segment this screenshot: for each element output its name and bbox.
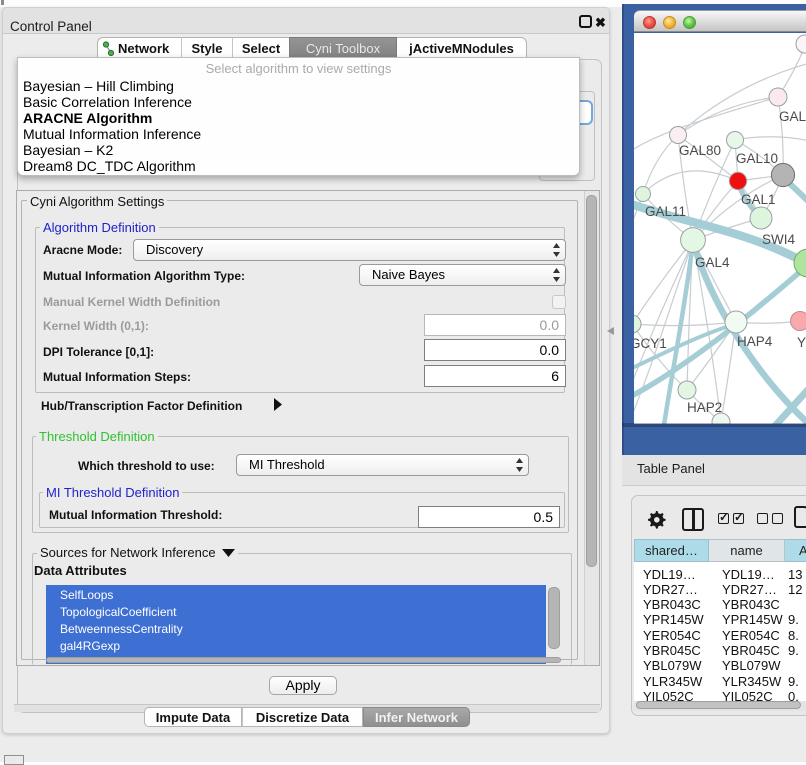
svg-text:HAP4: HAP4	[737, 334, 773, 349]
svg-text:GAL80: GAL80	[679, 143, 721, 158]
svg-text:GAL7: GAL7	[779, 109, 806, 124]
svg-text:SWI4: SWI4	[762, 232, 795, 247]
svg-text:GAL4: GAL4	[695, 255, 730, 270]
svg-text:GAL1: GAL1	[741, 192, 776, 207]
svg-text:GAL11: GAL11	[645, 204, 686, 219]
svg-text:GAL10: GAL10	[736, 151, 778, 166]
svg-text:Y: Y	[797, 335, 806, 350]
svg-text:GCY1: GCY1	[634, 336, 667, 351]
svg-text:HAP2: HAP2	[687, 400, 722, 415]
